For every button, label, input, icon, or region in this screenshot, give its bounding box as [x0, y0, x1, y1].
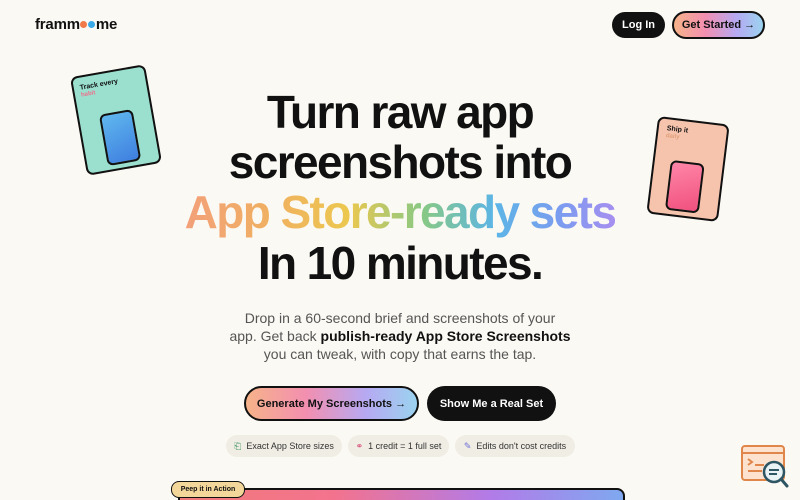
hero-subtitle-line3: you can tweak, with copy that earns the … — [263, 346, 537, 362]
hero-heading-line1: Turn raw app — [266, 86, 535, 138]
chip-label: Edits don't cost credits — [476, 441, 567, 451]
hero-heading-gradient: App Store-ready sets — [0, 187, 800, 237]
hero-subtitle-line2: app. Get back publish-ready App Store Sc… — [0, 327, 800, 346]
logo-text-end: me — [95, 16, 118, 33]
pencil-icon: ✎ — [463, 440, 472, 451]
top-nav: framm me Log In Get Started → — [0, 0, 800, 50]
logo-dot-blue — [88, 21, 96, 28]
preview-frame — [178, 488, 625, 500]
generate-screenshots-button[interactable]: Generate My Screenshots → — [244, 386, 419, 421]
feature-chip-sizes: ⎗ Exact App Store sizes — [226, 435, 342, 457]
logo-dot-orange — [80, 21, 88, 28]
hero-gradient-text: App Store-ready sets — [184, 186, 617, 238]
subtitle-text: app. Get back — [229, 328, 321, 344]
link-icon: ⚭ — [355, 440, 364, 451]
help-chat-widget[interactable] — [740, 443, 790, 489]
crop-icon: ⎗ — [234, 440, 242, 451]
chip-label: 1 credit = 1 full set — [368, 441, 442, 451]
feature-chip-edits: ✎ Edits don't cost credits — [455, 435, 575, 457]
login-button[interactable]: Log In — [612, 12, 665, 38]
chip-label: Exact App Store sizes — [246, 441, 334, 451]
logo-text-start: framm — [35, 16, 80, 33]
logo[interactable]: framm me — [35, 16, 117, 33]
show-real-set-button[interactable]: Show Me a Real Set — [427, 386, 556, 421]
hero-heading-line2: screenshots into — [228, 136, 573, 188]
code-search-icon — [741, 445, 789, 488]
hero-subtitle-line1: Drop in a 60-second brief and screenshot… — [244, 310, 556, 326]
peep-in-action-badge: Peep it in Action — [171, 481, 245, 498]
subtitle-bold: publish-ready App Store Screenshots — [320, 328, 571, 344]
get-started-button[interactable]: Get Started → — [672, 11, 765, 39]
hero-heading-line4: In 10 minutes. — [257, 237, 544, 289]
feature-chip-credit: ⚭ 1 credit = 1 full set — [348, 435, 449, 457]
